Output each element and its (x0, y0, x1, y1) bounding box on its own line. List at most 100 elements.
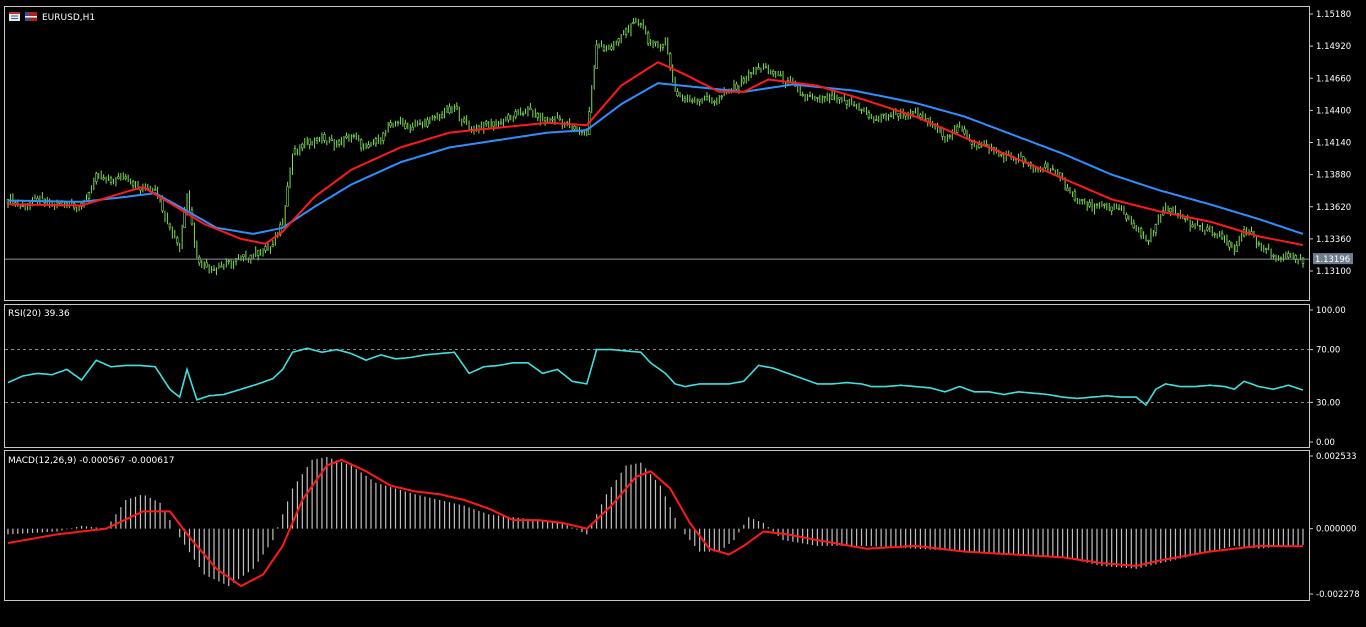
rsi-tick-label: 30.00 (1316, 398, 1340, 408)
candle-body (58, 202, 61, 204)
candle-body (919, 114, 922, 118)
candle-body (256, 249, 260, 256)
candle-body (654, 41, 657, 44)
rsi-panel[interactable]: RSI(20) 39.36 100.00 70.00 30.00 0.00 (4, 304, 1346, 449)
candle-body (315, 138, 319, 141)
candle-body (779, 74, 782, 77)
price-tick-label: 1.14140 (1316, 139, 1351, 149)
candle-body (978, 144, 981, 149)
price-tick-label: 1.13620 (1316, 203, 1351, 213)
candle-body (911, 111, 915, 114)
candle-body (168, 223, 172, 228)
candle-body (639, 23, 642, 26)
macd-tick-label: 0.000000 (1316, 525, 1357, 535)
candle-body (1287, 253, 1290, 258)
rsi-title: RSI(20) 39.36 (8, 309, 70, 319)
candle-body (985, 143, 988, 146)
current-price-label: 1.13196 (1315, 255, 1350, 265)
candle-body (499, 121, 503, 125)
candle-body (845, 100, 849, 105)
candle-body (852, 104, 856, 107)
candle-body (102, 177, 105, 180)
candle-body (455, 106, 459, 110)
candle-body (382, 132, 385, 141)
candle-body (749, 72, 753, 74)
candle-body (1228, 241, 1231, 248)
price-tick-label: 1.14660 (1316, 74, 1351, 84)
macd-axis[interactable]: 0.002533 0.000000 -0.002278 (1309, 452, 1360, 600)
candle-body (242, 254, 245, 258)
candle-body (462, 118, 466, 122)
candle-body (757, 67, 760, 70)
candle-body (337, 140, 341, 145)
candle-body (1125, 214, 1128, 220)
candle-body (411, 126, 414, 131)
candle-body (352, 135, 356, 137)
candle-body (308, 138, 311, 145)
candle-body (183, 211, 186, 229)
macd-panel[interactable]: MACD(12,26,9) -0.000567 -0.000617 0.0025… (4, 450, 1360, 601)
candle-body (698, 98, 701, 102)
candle-body (521, 113, 525, 115)
candle-body (867, 112, 871, 118)
rsi-tick-label: 100.00 (1316, 306, 1346, 316)
candle-body (1191, 224, 1194, 227)
candle-body (595, 44, 598, 69)
candle-body (808, 95, 812, 97)
price-tick-label: 1.14920 (1316, 42, 1351, 52)
candle-body (1110, 206, 1113, 211)
candle-body (293, 148, 297, 155)
candle-body (264, 246, 267, 251)
rsi-panel-frame (4, 304, 1310, 448)
candle-body (823, 96, 826, 99)
candle-body (359, 139, 363, 149)
candle-body (286, 186, 289, 207)
candle-body (220, 265, 223, 268)
candle-body (117, 176, 120, 179)
candle-body (632, 21, 635, 24)
candle-body (1213, 233, 1216, 236)
price-axis[interactable]: 1.15180 1.14920 1.14660 1.14400 1.14140 1.138… (1309, 10, 1351, 277)
candle-body (897, 113, 900, 117)
rsi-axis[interactable]: 100.00 70.00 30.00 0.00 (1309, 306, 1346, 448)
candle-body (212, 269, 216, 271)
candle-body (764, 66, 768, 69)
candle-body (198, 256, 201, 264)
candle-body (720, 95, 723, 98)
chart-window: 1.15180 1.14920 1.14660 1.14400 1.14140 1.138… (0, 0, 1366, 623)
candle-body (440, 114, 444, 118)
candle-body (1073, 191, 1077, 201)
candle-body (602, 46, 606, 51)
symbol-flag-icon[interactable] (25, 12, 37, 21)
candle-body (153, 189, 157, 191)
price-tick-label: 1.15180 (1316, 10, 1351, 20)
candle-body (1103, 204, 1106, 206)
candle-body (374, 138, 378, 145)
candle-body (735, 83, 738, 90)
candle-body (1272, 254, 1275, 257)
candle-body (1132, 222, 1135, 229)
candle-body (889, 115, 893, 117)
candle-body (1301, 257, 1305, 264)
candle-body (323, 134, 326, 141)
candle-body (573, 126, 576, 130)
candle-body (301, 144, 304, 149)
chart-window-icon[interactable] (9, 12, 20, 21)
candle-body (514, 111, 517, 118)
candle-body (948, 135, 952, 137)
candle-body (551, 118, 554, 121)
price-panel[interactable]: 1.15180 1.14920 1.14660 1.14400 1.14140 1.138… (4, 6, 1354, 301)
candle-body (1139, 228, 1143, 237)
candle-body (95, 173, 98, 182)
candle-body (529, 107, 532, 111)
candle-body (875, 119, 878, 121)
candle-body (669, 53, 672, 69)
chart-canvas[interactable]: 1.15180 1.14920 1.14660 1.14400 1.14140 1.138… (0, 0, 1366, 623)
candle-body (87, 192, 91, 199)
candle-body (1198, 225, 1202, 227)
rsi-tick-label: 0.00 (1316, 438, 1335, 448)
candle-body (1000, 154, 1003, 156)
candle-body (507, 114, 510, 121)
candle-body (492, 121, 495, 127)
candle-body (558, 117, 562, 120)
